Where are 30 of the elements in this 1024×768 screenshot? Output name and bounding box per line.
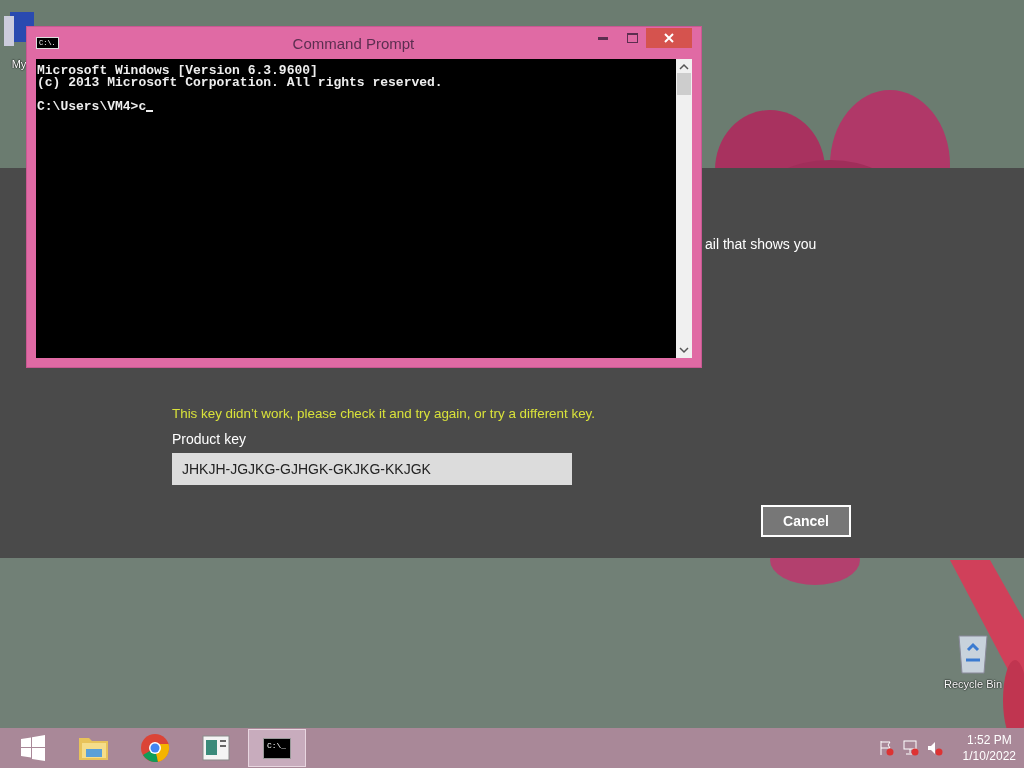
field-label: Product key xyxy=(172,431,246,447)
recycle-bin-icon xyxy=(956,632,991,674)
volume-icon[interactable] xyxy=(926,740,943,756)
close-icon xyxy=(664,33,674,43)
document-window-icon xyxy=(202,735,230,761)
window-title: Command Prompt xyxy=(291,34,415,52)
description-text: ail that shows you xyxy=(705,236,817,252)
minimize-icon xyxy=(598,36,608,40)
close-button[interactable] xyxy=(646,28,692,48)
product-key-field[interactable]: JHKJH-JGJKG-GJHGK-GKJKG-KKJGK xyxy=(172,453,572,485)
cancel-button[interactable]: Cancel xyxy=(761,505,851,537)
text-cursor xyxy=(146,110,154,112)
error-message: This key didn’t work, please check it and try again, or try a different key. xyxy=(172,406,595,421)
scroll-up-icon xyxy=(679,63,689,71)
console-line: (c) 2013 Microsoft Corporation. All rights reserved. xyxy=(37,77,444,89)
console-prompt: C:\Users\VM4>c xyxy=(37,101,147,113)
browser-icon xyxy=(140,733,170,763)
desktop-icon-label: Recycle Bin xyxy=(944,678,1003,690)
flag-icon[interactable] xyxy=(878,740,895,756)
maximize-icon xyxy=(626,33,638,43)
clock-date: 1/10/2022 xyxy=(962,748,1016,764)
desktop-icon-label: My xyxy=(11,58,27,70)
scroll-thumb[interactable] xyxy=(677,73,691,95)
clock-time: 1:52 PM xyxy=(966,732,1012,748)
windows-logo-icon xyxy=(20,735,46,761)
network-icon[interactable] xyxy=(902,740,919,756)
scroll-down-icon xyxy=(679,346,689,354)
console-icon: C:\_ xyxy=(262,737,292,759)
taskbar-button[interactable]: C:\_ xyxy=(248,729,306,767)
console-line: Microsoft Windows [Version 6.3.9600] xyxy=(37,65,319,77)
